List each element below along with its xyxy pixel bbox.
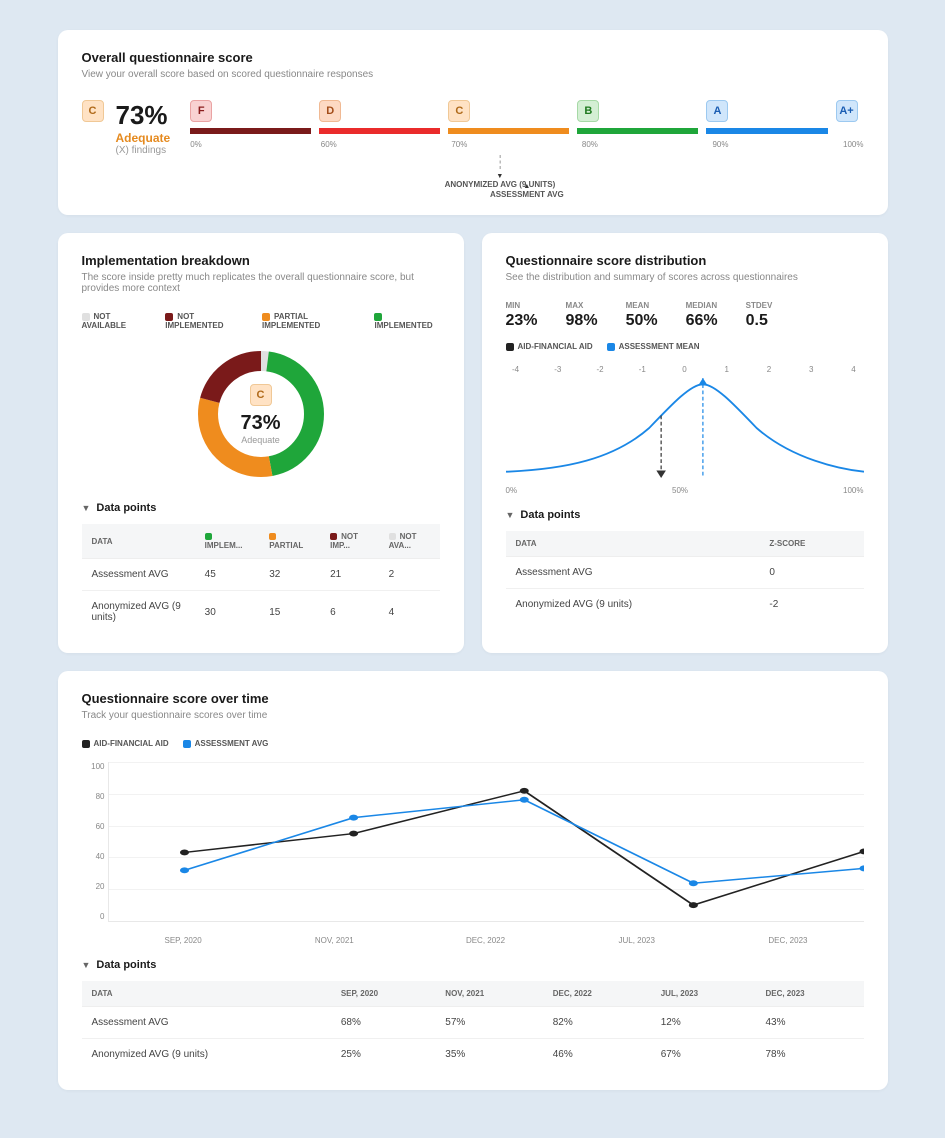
tick-100: 100% (843, 140, 863, 149)
table-row: Assessment AVG 68% 57% 82% 12% 43% (82, 1007, 864, 1039)
grade-d-badge: D (319, 100, 341, 122)
grade-c-badge: C (448, 100, 470, 122)
impl-legend: NOT AVAILABLE NOT IMPLEMENTED PARTIAL IM… (82, 312, 440, 330)
stat-stdev: 0.5 (746, 312, 773, 330)
legend-avg: ASSESSMENT AVG (183, 739, 269, 748)
distribution-card: Questionnaire score distribution See the… (482, 233, 888, 653)
overall-subtitle: View your overall score based on scored … (82, 69, 864, 80)
impl-table: DATA IMPLEM... PARTIAL NOT IMP... NOT AV… (82, 524, 440, 633)
grade-c-bar (448, 128, 569, 134)
donut-grade-badge: C (250, 384, 272, 406)
tick-0: 0% (190, 140, 321, 149)
legend-aid: AID-FINANCIAL AID (82, 739, 169, 748)
tick-80: 80% (582, 140, 713, 149)
dist-stats: MIN23% MAX98% MEAN50% MEDIAN66% STDEV0.5 (506, 301, 864, 330)
th-not-available: NOT AVA... (379, 524, 440, 559)
legend-not-available: NOT AVAILABLE (82, 312, 152, 330)
marker-assessment-avg: ▲ ASSESSMENT AVG (490, 183, 564, 199)
score-findings: (X) findings (116, 145, 171, 156)
legend-not-implemented: NOT IMPLEMENTED (165, 312, 248, 330)
dist-title: Questionnaire score distribution (506, 253, 864, 268)
overall-title: Overall questionnaire score (82, 50, 864, 65)
chevron-down-icon: ▼ (506, 510, 515, 520)
table-row: Assessment AVG0 (506, 557, 864, 589)
grade-b-bar (577, 128, 698, 134)
table-row: Assessment AVG 45 32 21 2 (82, 559, 440, 591)
grade-aplus-badge: A+ (836, 100, 858, 122)
dist-bottom-axis: 0% 50% 100% (506, 486, 864, 495)
impl-subtitle: The score inside pretty much replicates … (82, 272, 440, 294)
time-legend: AID-FINANCIAL AID ASSESSMENT AVG (82, 739, 864, 748)
table-row: Anonymized AVG (9 units) 30 15 6 4 (82, 591, 440, 634)
time-datapoints-toggle[interactable]: ▼ Data points (82, 959, 864, 971)
overall-score-summary: C 73% Adequate (X) findings (82, 100, 171, 156)
over-time-card: Questionnaire score over time Track your… (58, 671, 888, 1090)
grade-scale: F D C B A A+ 0% 60% 70% 80% (190, 100, 863, 195)
grade-f-badge: F (190, 100, 212, 122)
tick-90: 90% (712, 140, 843, 149)
th-partial: PARTIAL (259, 524, 320, 559)
donut-percent: 73% (240, 412, 280, 435)
dist-x-axis: -4 -3 -2 -1 0 1 2 3 4 (506, 365, 864, 374)
tick-60: 60% (321, 140, 452, 149)
donut-status: Adequate (241, 435, 280, 445)
stat-median: 66% (686, 312, 718, 330)
implementation-card: Implementation breakdown The score insid… (58, 233, 464, 653)
score-status: Adequate (116, 131, 171, 145)
table-row: Anonymized AVG (9 units)-2 (506, 589, 864, 621)
chevron-up-icon: ▲ (490, 183, 564, 190)
grade-a-bar (706, 128, 827, 134)
stat-mean: 50% (626, 312, 658, 330)
chevron-down-icon: ▼ (445, 173, 556, 180)
dist-legend: AID-FINANCIAL AID ASSESSMENT MEAN (506, 342, 864, 351)
time-title: Questionnaire score over time (82, 691, 864, 706)
time-table: DATA SEP, 2020 NOV, 2021 DEC, 2022 JUL, … (82, 981, 864, 1070)
x-axis: SEP, 2020 NOV, 2021 DEC, 2022 JUL, 2023 … (108, 932, 864, 945)
tick-70: 70% (451, 140, 582, 149)
stat-min: 23% (506, 312, 538, 330)
impl-title: Implementation breakdown (82, 253, 440, 268)
legend-implemented: IMPLEMENTED (374, 312, 439, 330)
grade-badge: C (82, 100, 104, 122)
time-subtitle: Track your questionnaire scores over tim… (82, 710, 864, 721)
dist-datapoints-toggle[interactable]: ▼ Data points (506, 509, 864, 521)
legend-partial: PARTIAL IMPLEMENTED (262, 312, 360, 330)
stat-max: 98% (566, 312, 598, 330)
donut-chart: C 73% Adequate (191, 344, 331, 484)
chevron-down-icon: ▼ (82, 960, 91, 970)
grade-a-badge: A (706, 100, 728, 122)
grade-b-badge: B (577, 100, 599, 122)
chevron-down-icon: ▼ (82, 503, 91, 513)
line-chart: 100 80 60 40 20 0 (108, 762, 864, 922)
overall-score-card: Overall questionnaire score View your ov… (58, 30, 888, 215)
table-row: Anonymized AVG (9 units) 25% 35% 46% 67%… (82, 1039, 864, 1071)
score-percent: 73% (116, 100, 171, 131)
distribution-chart (506, 378, 864, 478)
y-axis: 100 80 60 40 20 0 (85, 762, 105, 921)
th-data: DATA (82, 524, 195, 559)
legend-aid: AID-FINANCIAL AID (506, 342, 593, 351)
dist-subtitle: See the distribution and summary of scor… (506, 272, 864, 283)
grade-d-bar (319, 128, 440, 134)
legend-mean: ASSESSMENT MEAN (607, 342, 700, 351)
grade-f-bar (190, 128, 311, 134)
th-implemented: IMPLEM... (195, 524, 260, 559)
th-not-implemented: NOT IMP... (320, 524, 379, 559)
dist-table: DATA Z-SCORE Assessment AVG0 Anonymized … (506, 531, 864, 620)
impl-datapoints-toggle[interactable]: ▼ Data points (82, 502, 440, 514)
